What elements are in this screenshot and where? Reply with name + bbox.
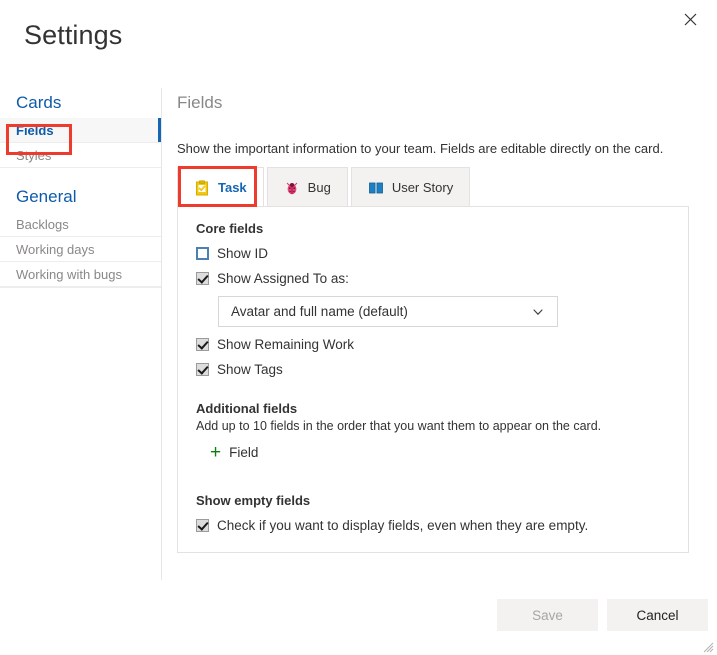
resize-grip-icon[interactable] (702, 640, 714, 653)
close-button[interactable] (673, 4, 707, 34)
sidebar-group-general: General (16, 187, 77, 206)
sidebar-item-working-with-bugs[interactable]: Working with bugs (0, 262, 161, 287)
tab-task[interactable]: Task (177, 167, 264, 207)
show-empty-fields-checkbox-label: Check if you want to display fields, eve… (217, 518, 589, 533)
additional-fields-label: Additional fields (196, 401, 298, 416)
sidebar-group-cards: Cards (16, 93, 62, 112)
assigned-to-display-select[interactable]: Avatar and full name (default) (218, 296, 558, 327)
add-field-label: Field (229, 445, 259, 460)
tab-label: Bug (307, 180, 331, 195)
sidebar-vertical-divider (161, 88, 162, 580)
show-tags-label: Show Tags (217, 362, 283, 377)
sidebar-item-label: Working with bugs (16, 267, 122, 282)
sidebar-item-label: Styles (16, 148, 52, 163)
assigned-to-display-value: Avatar and full name (default) (231, 304, 408, 319)
show-id-checkbox[interactable] (196, 247, 209, 260)
checkbox-row-show-empty-fields[interactable]: Check if you want to display fields, eve… (196, 518, 670, 533)
ladybug-icon (284, 180, 300, 196)
checkbox-row-show-id[interactable]: Show ID (196, 246, 670, 261)
section-description: Show the important information to your t… (177, 141, 664, 156)
work-item-type-tabs: Task Bug User Story (177, 167, 473, 207)
fields-settings-panel: Core fields Show ID Show Assigned To as:… (177, 206, 689, 553)
checkbox-row-show-remaining-work[interactable]: Show Remaining Work (196, 337, 670, 352)
save-button[interactable]: Save (497, 599, 598, 631)
sidebar-item-working-days[interactable]: Working days (0, 237, 161, 262)
sidebar-item-label: Fields (16, 123, 54, 138)
sidebar-item-label: Backlogs (16, 217, 69, 232)
close-icon (684, 13, 697, 26)
tab-bug[interactable]: Bug (266, 167, 348, 207)
tab-label: Task (218, 180, 247, 195)
show-tags-checkbox[interactable] (196, 363, 209, 376)
sidebar-item-styles[interactable]: Styles (0, 143, 161, 168)
sidebar-item-fields[interactable]: Fields (0, 118, 161, 143)
open-book-icon (368, 180, 384, 196)
sidebar-item-label: Working days (16, 242, 95, 257)
additional-fields-description: Add up to 10 fields in the order that yo… (196, 419, 602, 433)
show-empty-fields-label: Show empty fields (196, 493, 311, 508)
cancel-button[interactable]: Cancel (607, 599, 708, 631)
show-empty-fields-checkbox[interactable] (196, 519, 209, 532)
section-heading: Fields (177, 93, 223, 112)
settings-dialog: Settings Cards Fields Styles General Bac… (0, 0, 717, 655)
tab-label: User Story (391, 180, 454, 195)
chevron-down-icon (531, 305, 545, 319)
page-title: Settings (24, 20, 123, 50)
clipboard-check-icon (194, 179, 210, 196)
plus-icon: + (210, 442, 222, 463)
show-assigned-to-checkbox[interactable] (196, 272, 209, 285)
add-field-button[interactable]: + Field (210, 443, 258, 462)
show-remaining-work-checkbox[interactable] (196, 338, 209, 351)
show-assigned-to-label: Show Assigned To as: (217, 271, 349, 286)
checkbox-row-show-assigned-to[interactable]: Show Assigned To as: (196, 271, 670, 286)
checkbox-row-show-tags[interactable]: Show Tags (196, 362, 670, 377)
show-id-label: Show ID (217, 246, 269, 261)
tab-user-story[interactable]: User Story (350, 167, 471, 207)
sidebar-item-backlogs[interactable]: Backlogs (0, 212, 161, 237)
sidebar: Cards Fields Styles General Backlogs Wor… (0, 88, 161, 580)
dialog-footer: Save Cancel (0, 583, 717, 655)
sidebar-divider (0, 287, 161, 288)
core-fields-label: Core fields (196, 221, 264, 236)
show-remaining-work-label: Show Remaining Work (217, 337, 355, 352)
